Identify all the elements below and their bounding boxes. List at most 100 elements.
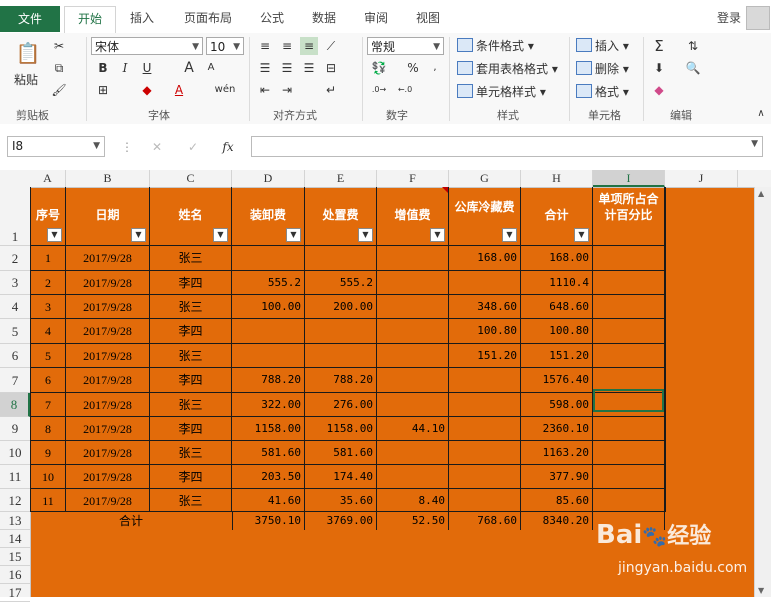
- table-cell[interactable]: 1163.20: [521, 441, 593, 465]
- fill-icon[interactable]: ⬇: [650, 59, 668, 77]
- table-cell[interactable]: [232, 344, 305, 368]
- column-header-f[interactable]: F: [377, 170, 449, 187]
- delete-cells-button[interactable]: 删除 ▾: [576, 60, 629, 78]
- conditional-format-button[interactable]: 条件格式 ▾: [457, 37, 534, 55]
- table-cell[interactable]: 张三: [150, 441, 232, 465]
- table-cell[interactable]: 1158.00: [232, 417, 305, 441]
- italic-button[interactable]: I: [116, 59, 134, 77]
- table-cell[interactable]: 1158.00: [305, 417, 377, 441]
- table-cell[interactable]: [377, 271, 449, 295]
- table-cell[interactable]: 7: [30, 393, 66, 417]
- align-left-icon[interactable]: ☰: [256, 59, 274, 77]
- sort-filter-icon[interactable]: ⇅: [684, 37, 702, 55]
- table-cell[interactable]: [232, 246, 305, 271]
- copy-icon[interactable]: ⧉: [50, 59, 68, 77]
- table-cell[interactable]: 100.00: [232, 295, 305, 319]
- table-cell[interactable]: 2: [30, 271, 66, 295]
- decrease-decimal-icon[interactable]: ←.0: [396, 81, 414, 99]
- autosum-icon[interactable]: Σ: [650, 37, 668, 55]
- login-link[interactable]: 登录: [717, 9, 741, 26]
- find-select-icon[interactable]: 🔍: [684, 59, 702, 77]
- percent-button[interactable]: %: [404, 59, 422, 77]
- table-cell[interactable]: 李四: [150, 319, 232, 344]
- row-header-8[interactable]: 8: [0, 393, 30, 417]
- table-cell[interactable]: 348.60: [449, 295, 521, 319]
- number-format-select[interactable]: 常规 ▼: [367, 37, 444, 55]
- phonetic-button[interactable]: wén: [212, 81, 238, 99]
- table-cell[interactable]: [449, 368, 521, 393]
- table-cell[interactable]: 581.60: [232, 441, 305, 465]
- table-cell[interactable]: 200.00: [305, 295, 377, 319]
- table-cell[interactable]: [593, 465, 665, 489]
- table-cell[interactable]: 5: [30, 344, 66, 368]
- tab-page-layout[interactable]: 页面布局: [178, 6, 238, 32]
- table-cell[interactable]: 168.00: [521, 246, 593, 271]
- table-cell[interactable]: 555.2: [232, 271, 305, 295]
- row-header-6[interactable]: 6: [0, 344, 30, 368]
- row-header-4[interactable]: 4: [0, 295, 30, 319]
- cancel-icon[interactable]: ✕: [148, 138, 166, 156]
- column-header-j[interactable]: J: [665, 170, 738, 187]
- filter-dropdown-icon[interactable]: ▼: [574, 228, 589, 242]
- row-header-15[interactable]: 15: [0, 548, 30, 566]
- table-cell[interactable]: 李四: [150, 368, 232, 393]
- table-cell[interactable]: 648.60: [521, 295, 593, 319]
- table-cell[interactable]: 2017/9/28: [66, 344, 150, 368]
- table-header-cell[interactable]: 合计 ▼: [521, 187, 593, 246]
- table-cell[interactable]: 3: [30, 295, 66, 319]
- table-cell[interactable]: [593, 319, 665, 344]
- column-header-e[interactable]: E: [305, 170, 377, 187]
- table-cell[interactable]: 2017/9/28: [66, 368, 150, 393]
- total-value-cell[interactable]: 768.60: [449, 512, 521, 530]
- table-cell[interactable]: 2017/9/28: [66, 441, 150, 465]
- comma-style-icon[interactable]: ,: [426, 59, 444, 77]
- table-cell[interactable]: 2360.10: [521, 417, 593, 441]
- table-cell[interactable]: 张三: [150, 489, 232, 512]
- format-as-table-button[interactable]: 套用表格格式 ▾: [457, 60, 558, 78]
- row-header-14[interactable]: 14: [0, 530, 30, 548]
- table-header-cell[interactable]: 日期 ▼: [66, 187, 150, 246]
- total-label-cell[interactable]: 合计: [30, 512, 232, 530]
- table-cell[interactable]: 322.00: [232, 393, 305, 417]
- row-header-9[interactable]: 9: [0, 417, 30, 441]
- table-cell[interactable]: 1: [30, 246, 66, 271]
- table-cell[interactable]: 10: [30, 465, 66, 489]
- vertical-scrollbar[interactable]: ▲ ▼: [754, 187, 771, 597]
- avatar-icon[interactable]: [746, 6, 770, 30]
- format-cells-button[interactable]: 格式 ▾: [576, 83, 629, 101]
- row-header-12[interactable]: 12: [0, 489, 30, 512]
- cell-styles-button[interactable]: 单元格样式 ▾: [457, 83, 546, 101]
- row-header-13[interactable]: 13: [0, 512, 30, 530]
- tab-insert[interactable]: 插入: [124, 6, 160, 32]
- table-cell[interactable]: 李四: [150, 417, 232, 441]
- table-cell[interactable]: [305, 344, 377, 368]
- align-middle-icon[interactable]: ≡: [278, 37, 296, 55]
- table-cell[interactable]: 41.60: [232, 489, 305, 512]
- table-cell[interactable]: [377, 368, 449, 393]
- table-header-cell[interactable]: 姓名 ▼: [150, 187, 232, 246]
- table-cell[interactable]: [449, 489, 521, 512]
- row-header-1[interactable]: 1: [0, 187, 30, 246]
- row-header-11[interactable]: 11: [0, 465, 30, 489]
- row-header-16[interactable]: 16: [0, 566, 30, 584]
- align-right-icon[interactable]: ☰: [300, 59, 318, 77]
- table-cell[interactable]: [232, 319, 305, 344]
- tab-formulas[interactable]: 公式: [254, 6, 290, 32]
- table-cell[interactable]: 2017/9/28: [66, 393, 150, 417]
- table-cell[interactable]: [377, 344, 449, 368]
- table-cell[interactable]: [377, 441, 449, 465]
- align-top-icon[interactable]: ≡: [256, 37, 274, 55]
- cut-icon[interactable]: ✂: [50, 37, 68, 55]
- table-cell[interactable]: 2017/9/28: [66, 417, 150, 441]
- table-header-cell[interactable]: 装卸费 ▼: [232, 187, 305, 246]
- table-cell[interactable]: 788.20: [232, 368, 305, 393]
- table-cell[interactable]: 李四: [150, 271, 232, 295]
- currency-icon[interactable]: 💱: [370, 59, 388, 77]
- table-cell[interactable]: [593, 441, 665, 465]
- table-cell[interactable]: 张三: [150, 295, 232, 319]
- table-cell[interactable]: [593, 295, 665, 319]
- font-name-select[interactable]: 宋体 ▼: [91, 37, 203, 55]
- table-cell[interactable]: 9: [30, 441, 66, 465]
- insert-function-button[interactable]: fx: [219, 138, 237, 156]
- table-cell[interactable]: 2017/9/28: [66, 295, 150, 319]
